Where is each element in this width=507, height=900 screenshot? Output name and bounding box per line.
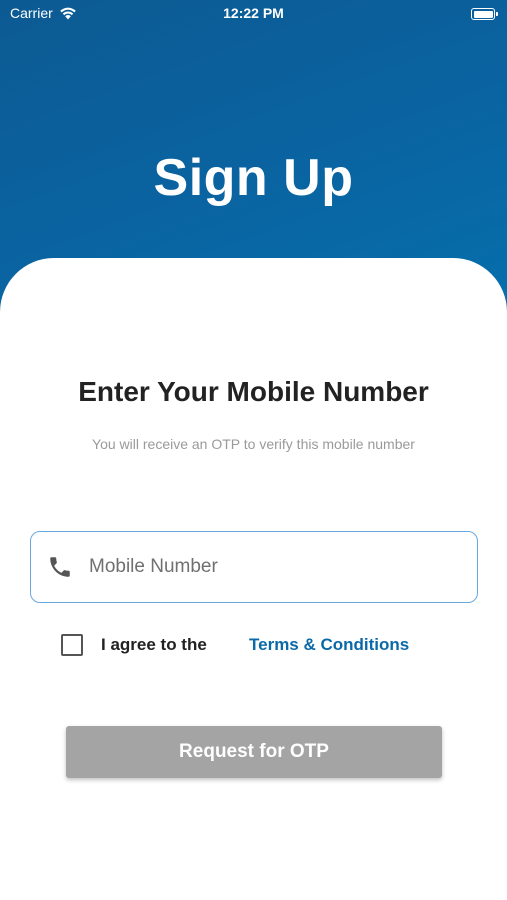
battery-icon: [471, 8, 498, 20]
mobile-number-field[interactable]: [30, 531, 478, 603]
terms-checkbox[interactable]: [61, 634, 83, 656]
terms-agreement-row: I agree to the: [61, 633, 207, 657]
helper-text: You will receive an OTP to verify this m…: [92, 436, 415, 452]
terms-conditions-link[interactable]: Terms & Conditions: [249, 633, 409, 657]
request-otp-button[interactable]: Request for OTP: [66, 726, 442, 778]
status-bar: Carrier 12:22 PM: [0, 0, 507, 30]
status-time: 12:22 PM: [223, 5, 284, 21]
signup-card: Enter Your Mobile Number You will receiv…: [0, 258, 507, 900]
mobile-number-input[interactable]: [89, 556, 449, 578]
section-heading: Enter Your Mobile Number: [78, 376, 429, 407]
agree-label: I agree to the: [101, 635, 207, 654]
phone-icon: [50, 557, 70, 577]
page-title: Sign Up: [153, 149, 354, 207]
